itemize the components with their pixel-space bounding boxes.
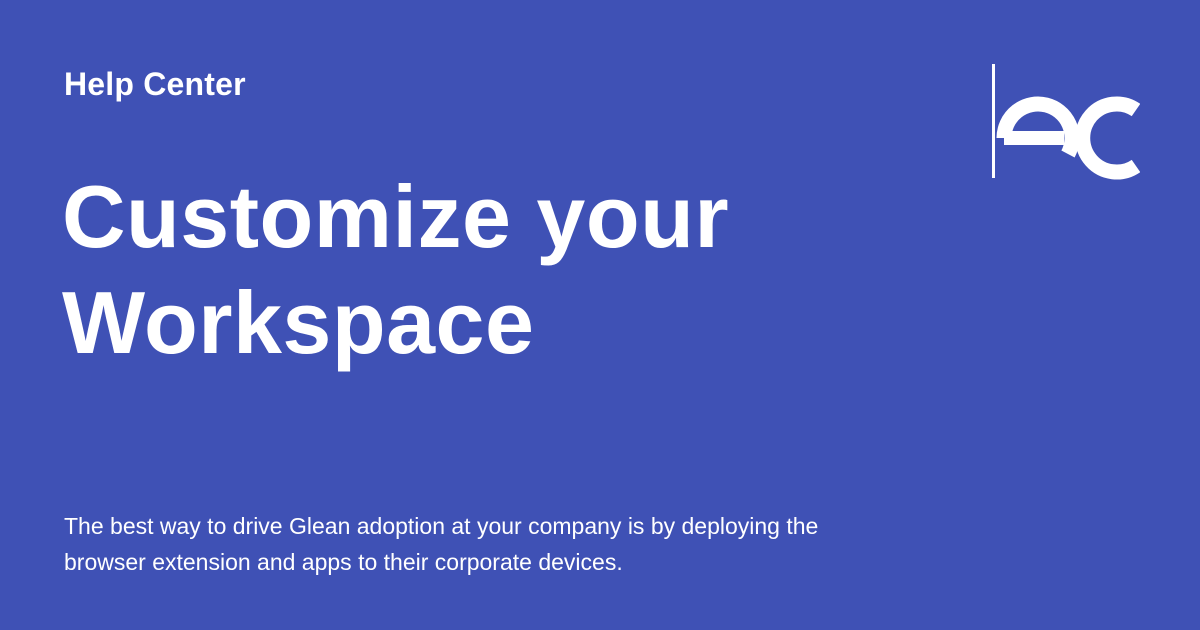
page-description: The best way to drive Glean adoption at … bbox=[64, 513, 819, 575]
og-card: Help Center Customize your Workspace The… bbox=[0, 0, 1200, 630]
glean-logo-icon bbox=[990, 62, 1140, 182]
page-title: Customize your Workspace bbox=[62, 167, 730, 372]
section-label: Help Center bbox=[64, 66, 246, 102]
